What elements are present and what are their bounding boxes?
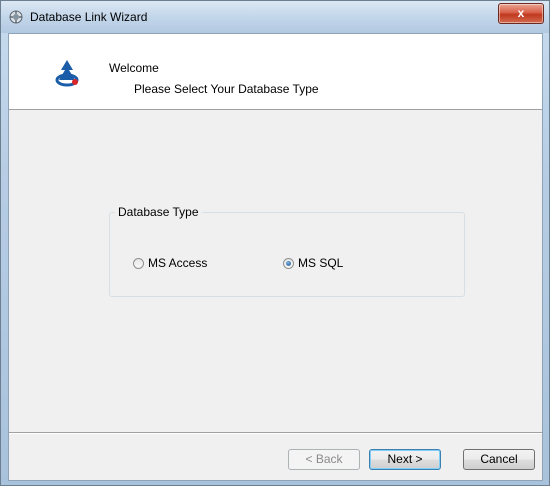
radio-circle-icon[interactable] (133, 257, 144, 269)
radio-ms-sql[interactable]: MS SQL (283, 256, 343, 270)
window-title: Database Link Wizard (30, 10, 148, 24)
page-subtitle: Please Select Your Database Type (134, 82, 319, 96)
wizard-header: Welcome Please Select Your Database Type (9, 34, 542, 110)
database-type-group: Database Type MS Access MS SQL (109, 205, 465, 297)
close-button[interactable]: x (498, 3, 544, 24)
next-button[interactable]: Next > (369, 449, 441, 470)
welcome-heading: Welcome (109, 61, 159, 75)
wizard-window: Database Link Wizard x Welcome Please Se… (0, 0, 550, 486)
radio-ms-access[interactable]: MS Access (133, 256, 207, 270)
back-button[interactable]: < Back (288, 449, 360, 470)
radio-label: MS SQL (298, 256, 344, 270)
footer-separator (9, 432, 542, 434)
title-bar[interactable]: Database Link Wizard x (1, 1, 549, 33)
group-legend: Database Type (115, 205, 202, 219)
app-icon (9, 10, 23, 24)
cancel-button[interactable]: Cancel (463, 449, 535, 470)
radio-label: MS Access (148, 256, 208, 270)
wizard-content: Welcome Please Select Your Database Type… (8, 33, 543, 481)
radio-selected-icon[interactable] (283, 257, 294, 269)
database-logo-icon (55, 60, 79, 87)
